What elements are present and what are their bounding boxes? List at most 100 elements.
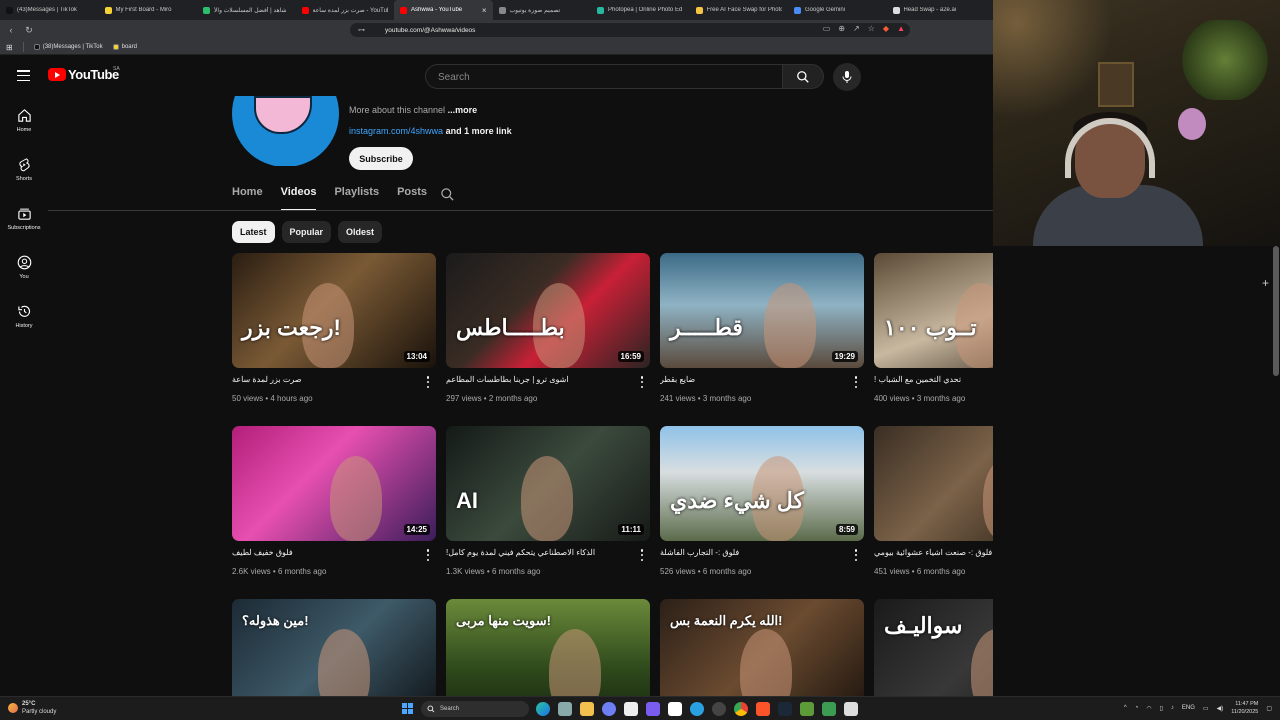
mic-icon[interactable]: ♪ xyxy=(1171,705,1174,711)
tab-posts[interactable]: Posts xyxy=(397,186,427,211)
browser-tab[interactable]: (43)Messages | TikTok xyxy=(0,0,99,20)
browser-tab[interactable]: Head Swap - a2e.ai xyxy=(887,0,986,20)
capcut-icon[interactable] xyxy=(668,702,682,716)
tray-app-icon[interactable]: ◔ xyxy=(1135,705,1139,711)
tab-playlists[interactable]: Playlists xyxy=(334,186,379,211)
menu-icon[interactable] xyxy=(17,70,30,81)
brave-icon[interactable] xyxy=(756,702,770,716)
video-thumbnail[interactable]: رجعت بزر! 13:04 xyxy=(232,253,436,368)
browser-tab[interactable]: Google Gemini xyxy=(788,0,887,20)
minecraft-icon[interactable] xyxy=(800,702,814,716)
folder-icon[interactable] xyxy=(580,702,594,716)
search-button[interactable] xyxy=(782,64,824,89)
chip-oldest[interactable]: Oldest xyxy=(338,221,383,243)
browser-tab[interactable]: صرت بزر لمدة ساعة - YouTube xyxy=(296,0,395,20)
xbox-icon[interactable] xyxy=(712,702,726,716)
notification-icon[interactable]: ▢ xyxy=(1266,705,1272,712)
video-card[interactable]: رجعت بزر! 13:04 صرت بزر لمدة ساعة 50 views … xyxy=(232,253,436,403)
chip-latest[interactable]: Latest xyxy=(232,221,275,243)
channel-about[interactable]: More about this channel ...more xyxy=(349,105,477,115)
brave-rewards-icon[interactable]: ▲ xyxy=(897,24,905,33)
edge-icon[interactable] xyxy=(536,702,550,716)
app-terminal-icon[interactable] xyxy=(844,702,858,716)
more-actions-icon[interactable] xyxy=(426,376,430,388)
video-thumbnail[interactable]: كل شيء ضدي 8:59 xyxy=(660,426,864,541)
sidebar-item-home[interactable]: Home xyxy=(0,108,48,152)
more-actions-icon[interactable] xyxy=(640,376,644,388)
search-input[interactable]: Search xyxy=(425,64,782,89)
more-actions-icon[interactable] xyxy=(640,549,644,561)
wifi-icon[interactable]: ◠ xyxy=(1146,705,1151,712)
sidebar-item-subscriptions[interactable]: Subscriptions xyxy=(0,206,48,250)
browser-tab[interactable]: شاهد | أفضل المسلسلات والأ xyxy=(197,0,296,20)
app-purple-icon[interactable] xyxy=(646,702,660,716)
bookmark-tiktok[interactable]: (38)Messages | TikTok xyxy=(33,44,103,50)
clock[interactable]: 11:47 PM 11/20/2025 xyxy=(1231,700,1258,716)
video-thumbnail[interactable]: قطـــــر 19:29 xyxy=(660,253,864,368)
video-title[interactable]: ضايع بقطر xyxy=(660,375,850,384)
share-icon[interactable]: ↗ xyxy=(853,24,860,33)
telegram-icon[interactable] xyxy=(690,702,704,716)
cast-icon[interactable]: ▭ xyxy=(823,24,831,33)
volume-icon[interactable]: ◀) xyxy=(1217,705,1224,712)
youtube-logo[interactable]: YouTube SA xyxy=(48,66,120,82)
tab-videos[interactable]: Videos xyxy=(280,186,316,211)
more-links[interactable]: and 1 more link xyxy=(446,126,512,136)
video-card[interactable]: قطـــــر 19:29 ضايع بقطر 241 views • 3 mont… xyxy=(660,253,864,403)
browser-tab[interactable]: تصميم صورة يوتيوب xyxy=(493,0,592,20)
apps-grid-icon[interactable]: ⊞ xyxy=(6,43,13,52)
channel-search-button[interactable] xyxy=(440,187,455,207)
video-title[interactable]: فلوق :- التجارب الفاشلة xyxy=(660,548,850,557)
more-actions-icon[interactable] xyxy=(854,376,858,388)
video-thumbnail[interactable]: بطـــــاطس 16:59 xyxy=(446,253,650,368)
video-card[interactable]: بطـــــاطس 16:59 اشوى ترو | جربنا بطاطسات … xyxy=(446,253,650,403)
video-card[interactable]: 14:25 فلوق خفيف لطيف 2.6K views • 6 months… xyxy=(232,426,436,576)
brave-shield-icon[interactable]: ◆ xyxy=(883,24,889,33)
bookmark-board[interactable]: board xyxy=(112,44,137,50)
reload-icon[interactable]: ↻ xyxy=(22,25,36,36)
zoom-icon[interactable]: ⊕ xyxy=(838,24,845,33)
tab-close-icon[interactable]: × xyxy=(482,6,487,15)
display-icon[interactable]: ▭ xyxy=(1203,705,1209,712)
video-thumbnail[interactable]: 14:25 xyxy=(232,426,436,541)
browser-tab[interactable]: Photopea | Online Photo Ed xyxy=(591,0,690,20)
taskbar-search[interactable]: Search xyxy=(421,701,529,717)
video-title[interactable]: اشوى ترو | جربنا بطاطسات المطاعم xyxy=(446,375,636,384)
browser-tab[interactable]: My First Board - Miro xyxy=(99,0,198,20)
sidebar-item-history[interactable]: History xyxy=(0,304,48,348)
video-card[interactable]: كل شيء ضدي 8:59 فلوق :- التجارب الفاشلة 526… xyxy=(660,426,864,576)
video-thumbnail[interactable]: AI 11:11 xyxy=(446,426,650,541)
site-info-icon[interactable]: ⊶ xyxy=(358,26,365,34)
more-link[interactable]: ...more xyxy=(448,105,478,115)
scrollbar[interactable] xyxy=(1273,246,1279,376)
language-indicator[interactable]: ENG xyxy=(1182,705,1195,711)
discord-icon[interactable] xyxy=(602,702,616,716)
steam-icon[interactable] xyxy=(778,702,792,716)
tray-chevron-icon[interactable]: ^ xyxy=(1124,705,1127,711)
notes-icon[interactable] xyxy=(624,702,638,716)
video-title[interactable]: !الذكاء الاصطناعي يتحكم فيني لمدة يوم كا… xyxy=(446,548,636,557)
video-title[interactable]: صرت بزر لمدة ساعة xyxy=(232,375,422,384)
video-card[interactable]: AI 11:11 !الذكاء الاصطناعي يتحكم فيني لمدة… xyxy=(446,426,650,576)
video-title[interactable]: فلوق خفيف لطيف xyxy=(232,548,422,557)
browser-tab[interactable]: Ashwwa - YouTube × xyxy=(394,0,493,20)
star-icon[interactable]: ☆ xyxy=(868,24,875,33)
sidebar-item-you[interactable]: You xyxy=(0,255,48,299)
weather-widget[interactable]: 25°C Partly cloudy xyxy=(8,700,56,716)
chip-popular[interactable]: Popular xyxy=(281,221,332,243)
channel-avatar[interactable] xyxy=(232,96,339,166)
subscribe-button[interactable]: Subscribe xyxy=(349,147,413,170)
more-actions-icon[interactable] xyxy=(854,549,858,561)
voice-search-button[interactable] xyxy=(833,63,861,91)
explorer-icon[interactable] xyxy=(558,702,572,716)
tab-home[interactable]: Home xyxy=(232,186,263,211)
battery-icon[interactable]: ▯ xyxy=(1160,705,1163,712)
chrome-icon[interactable] xyxy=(734,702,748,716)
instagram-link[interactable]: instagram.com/4shwwa xyxy=(349,126,443,136)
windows-start-icon[interactable] xyxy=(402,703,413,714)
back-icon[interactable]: ‹ xyxy=(4,25,18,35)
more-actions-icon[interactable] xyxy=(426,549,430,561)
sidebar-item-shorts[interactable]: Shorts xyxy=(0,157,48,201)
browser-tab[interactable]: Free AI Face Swap for Photo xyxy=(690,0,789,20)
app-green-icon[interactable] xyxy=(822,702,836,716)
